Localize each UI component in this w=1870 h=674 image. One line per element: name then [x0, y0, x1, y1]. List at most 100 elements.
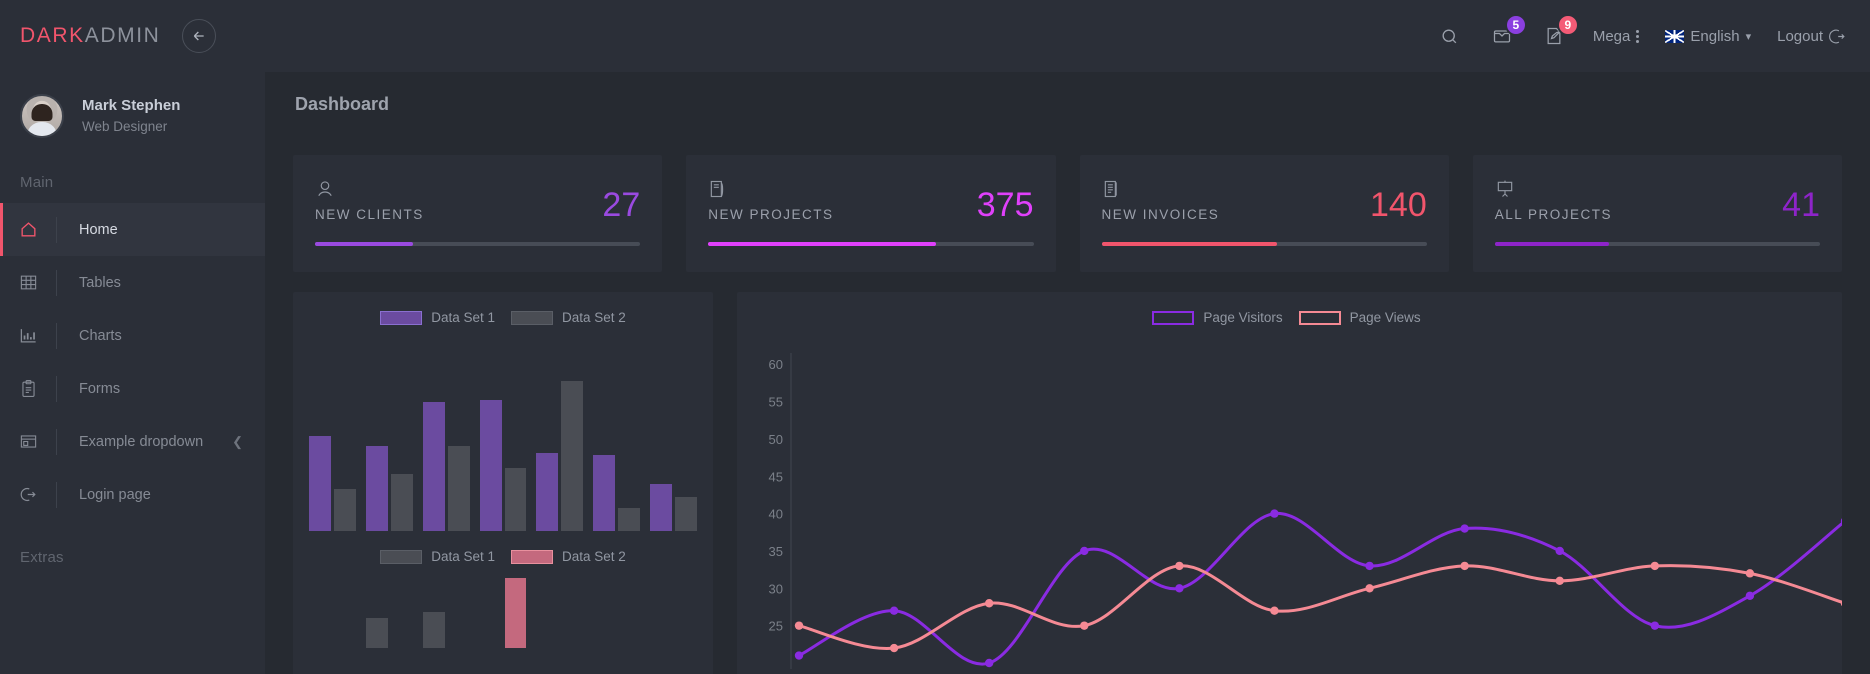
data-point[interactable]: [1650, 621, 1660, 630]
profile-role: Web Designer: [82, 119, 168, 135]
line-chart-panel: Page Visitors Page Views 25 30 35 40 45 50 55 6…: [737, 292, 1842, 674]
legend-item[interactable]: Page Views: [1298, 310, 1421, 325]
stat-card-all-projects[interactable]: ALL PROJECTS 41: [1472, 155, 1842, 272]
sidebar-profile[interactable]: Mark Stephen Web Designer: [0, 72, 265, 138]
dashboard-body: NEW CLIENTS 27 NEW PROJECTS 375 NEW INVO…: [265, 115, 1870, 674]
bar-chart-icon: [0, 326, 56, 345]
y-axis-tick-label: 45: [769, 469, 783, 484]
data-point[interactable]: [889, 643, 899, 653]
page-title: Dashboard: [295, 94, 390, 114]
projects-icon: [708, 177, 833, 201]
sidebar-section-extras: Extras: [20, 549, 64, 566]
sidebar-item-charts[interactable]: Charts: [0, 309, 265, 362]
language-selector[interactable]: English ▾: [1665, 28, 1751, 45]
uk-flag-icon: [1665, 29, 1685, 43]
chevron-down-icon: ▾: [1745, 30, 1752, 43]
stat-card-new-invoices[interactable]: NEW INVOICES 140: [1079, 155, 1449, 272]
presentation-icon: [1495, 177, 1612, 201]
data-point[interactable]: [794, 621, 804, 630]
sidebar-item-forms[interactable]: Forms: [0, 362, 265, 415]
legend-item[interactable]: Data Set 1: [380, 310, 495, 325]
bar-chart-panel: Data Set 1 Data Set 2 Data Set 1 Data Se…: [293, 292, 713, 674]
bar-series-1: [422, 611, 445, 648]
bar-chart-legend-2: Data Set 1 Data Set 2: [293, 549, 713, 564]
stat-card-label: NEW INVOICES: [1101, 207, 1220, 222]
bar-group: [650, 341, 698, 531]
data-point[interactable]: [984, 599, 994, 608]
bar-series-1: [309, 436, 331, 531]
sidebar-item-home[interactable]: Home: [0, 203, 265, 256]
data-point[interactable]: [1460, 561, 1469, 571]
data-point[interactable]: [1460, 524, 1469, 533]
sidebar-item-label: Forms: [79, 380, 121, 397]
bar-group: [309, 341, 356, 531]
stat-card-new-projects[interactable]: NEW PROJECTS 375: [686, 155, 1056, 272]
data-point[interactable]: [1365, 561, 1374, 571]
data-point[interactable]: [794, 651, 804, 660]
data-point[interactable]: [1175, 584, 1184, 593]
line-chart-legend: Page Visitors Page Views: [747, 310, 1826, 325]
sidebar-item-label: Home: [79, 221, 118, 238]
data-point[interactable]: [1745, 591, 1755, 600]
legend-label: Page Views: [1349, 310, 1421, 325]
data-point[interactable]: [1745, 569, 1755, 578]
legend-swatch: [380, 310, 423, 325]
stat-card-new-clients[interactable]: NEW CLIENTS 27: [293, 155, 663, 272]
logout-button[interactable]: Logout: [1777, 28, 1846, 45]
top-bar-actions: 5 9 Mega English ▾ Logout: [1437, 14, 1870, 49]
bar-series-2: [675, 496, 698, 531]
legend-item[interactable]: Data Set 2: [511, 310, 626, 325]
data-point[interactable]: [1270, 509, 1279, 518]
sidebar-item-label: Charts: [79, 327, 122, 344]
bar-series-1: [593, 455, 616, 531]
data-point[interactable]: [984, 658, 994, 668]
chart-panels: Data Set 1 Data Set 2 Data Set 1 Data Se…: [293, 292, 1842, 674]
sidebar-section-main: Main: [20, 174, 54, 191]
line-series-1: [797, 512, 1842, 666]
data-point[interactable]: [889, 606, 899, 615]
legend-item[interactable]: Data Set 1: [380, 549, 495, 564]
home-icon: [0, 220, 56, 239]
data-point[interactable]: [1840, 599, 1842, 607]
avatar: [20, 94, 64, 138]
y-axis-tick-label: 50: [769, 432, 783, 447]
bar-group: [365, 578, 413, 648]
notes-button[interactable]: 9: [1541, 14, 1579, 49]
data-point[interactable]: [1080, 546, 1089, 556]
sidebar-item-login-page[interactable]: Login page: [0, 468, 265, 521]
line-chart-svg: 25 30 35 40 45 50 55 60: [769, 353, 1842, 669]
mega-menu-button[interactable]: Mega: [1593, 28, 1640, 45]
legend-item[interactable]: Data Set 2: [511, 549, 626, 564]
stat-card-label: ALL PROJECTS: [1494, 207, 1613, 222]
legend-swatch: [511, 549, 553, 564]
stat-card-value: 41: [1782, 186, 1820, 224]
stat-card-value: 140: [1370, 186, 1427, 224]
legend-item[interactable]: Page Visitors: [1152, 310, 1283, 325]
brand-zone: DARKADMIN: [0, 19, 265, 53]
y-axis-tick-label: 35: [769, 544, 783, 559]
data-point[interactable]: [1080, 621, 1089, 630]
data-point[interactable]: [1555, 546, 1564, 556]
bar-chart-legend-1: Data Set 1 Data Set 2: [293, 310, 713, 325]
data-point[interactable]: [1270, 606, 1279, 615]
messages-button[interactable]: 5: [1489, 14, 1527, 49]
search-icon: [1442, 28, 1457, 43]
data-point[interactable]: [1175, 561, 1184, 571]
stat-card-label: NEW CLIENTS: [315, 207, 424, 222]
sidebar-item-example-dropdown[interactable]: Example dropdown ❮: [0, 415, 265, 468]
legend-label: Page Visitors: [1203, 310, 1283, 325]
bar-series-2: [390, 474, 413, 531]
mega-menu-label: Mega: [1592, 27, 1631, 45]
stat-card-value: 27: [602, 186, 641, 224]
app-logo[interactable]: DARKADMIN: [20, 24, 160, 48]
table-grid-icon: [0, 273, 56, 292]
sidebar-item-tables[interactable]: Tables: [0, 256, 265, 309]
y-axis-tick-label: 40: [769, 507, 783, 522]
data-point[interactable]: [1555, 576, 1564, 586]
stat-card-value: 375: [976, 186, 1034, 224]
data-point[interactable]: [1365, 584, 1374, 593]
search-button[interactable]: [1437, 23, 1463, 49]
legend-label: Data Set 2: [562, 310, 626, 325]
sidebar-collapse-button[interactable]: [182, 19, 217, 53]
data-point[interactable]: [1650, 561, 1660, 571]
